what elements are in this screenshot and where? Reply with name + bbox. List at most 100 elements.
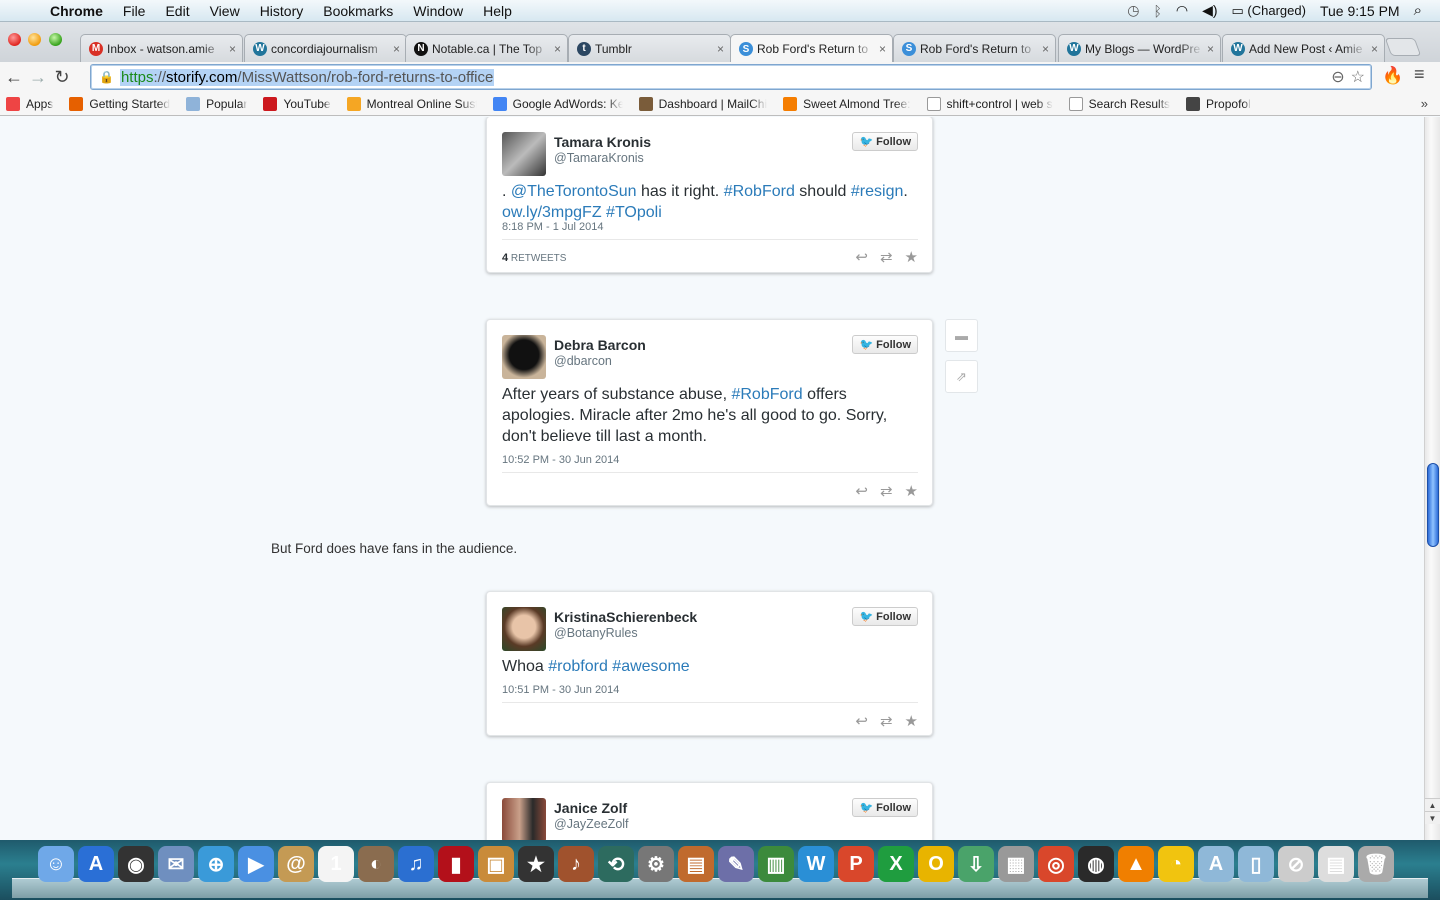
tweet-author-handle[interactable]: @JayZeeZolf bbox=[554, 817, 629, 831]
retweet-icon[interactable]: ⇄ bbox=[880, 482, 893, 500]
bookmark-item[interactable]: Search Results bbox=[1068, 96, 1170, 111]
tweet-author-name[interactable]: Tamara Kronis bbox=[554, 134, 651, 150]
dock-finder-icon[interactable]: ☺ bbox=[38, 846, 74, 882]
dock-trash-icon[interactable]: 🗑 bbox=[1358, 846, 1394, 882]
tweet-link[interactable]: #resign bbox=[851, 183, 903, 200]
tweet-link[interactable]: #RobFord bbox=[724, 183, 795, 200]
follow-button[interactable]: 🐦 Follow bbox=[852, 132, 918, 151]
dock-garageband-icon[interactable]: ♪ bbox=[558, 846, 594, 882]
bookmark-item[interactable]: Sweet Almond Tree: bbox=[783, 96, 911, 111]
time-machine-icon[interactable]: ◷ bbox=[1127, 2, 1139, 19]
bookmark-item[interactable]: Apps bbox=[6, 96, 53, 111]
browser-tab[interactable]: t Tumblr × bbox=[568, 34, 731, 62]
minimize-window-button[interactable] bbox=[28, 33, 41, 46]
dock-app-store-icon[interactable]: A bbox=[78, 846, 114, 882]
browser-tab[interactable]: M Inbox - watson.amie × bbox=[80, 34, 243, 62]
follow-button[interactable]: 🐦 Follow bbox=[852, 335, 918, 354]
avatar[interactable] bbox=[502, 798, 546, 840]
dock-applications-folder-icon[interactable]: A bbox=[1198, 846, 1234, 882]
bookmark-item[interactable]: Montreal Online Sust bbox=[346, 96, 477, 111]
bookmark-item[interactable]: shift+control | web s bbox=[926, 96, 1053, 111]
browser-tab[interactable]: W Add New Post ‹ Amie × bbox=[1222, 34, 1385, 62]
share-button[interactable]: ⇗ bbox=[945, 360, 978, 393]
follow-button[interactable]: 🐦 Follow bbox=[852, 607, 918, 626]
browser-tab[interactable]: Wconcordiajournalism × bbox=[244, 34, 407, 62]
browser-tab[interactable]: N Notable.ca | The Top × bbox=[405, 34, 568, 62]
forward-button[interactable]: → bbox=[26, 67, 50, 88]
dock-excel-icon[interactable]: X bbox=[878, 846, 914, 882]
favorite-star-icon[interactable]: ★ bbox=[905, 712, 918, 730]
close-tab-icon[interactable]: × bbox=[229, 42, 236, 56]
close-tab-icon[interactable]: × bbox=[1207, 42, 1214, 56]
menu-help[interactable]: Help bbox=[473, 3, 522, 19]
retweet-icon[interactable]: ⇄ bbox=[880, 712, 893, 730]
dock-contacts-icon[interactable]: @ bbox=[278, 846, 314, 882]
dock-outlook-icon[interactable]: O bbox=[918, 846, 954, 882]
battery-status[interactable]: ▭ (Charged) bbox=[1232, 3, 1306, 19]
address-bar[interactable]: 🔒 https://storify.com/MissWattson/rob-fo… bbox=[90, 64, 1372, 90]
scrollbar-thumb[interactable] bbox=[1427, 463, 1439, 547]
tweet-link[interactable]: #robford bbox=[548, 658, 608, 675]
bookmark-item[interactable]: Getting Started bbox=[69, 96, 170, 111]
bookmark-star-icon[interactable]: ☆ bbox=[1351, 67, 1365, 87]
tweet-timestamp[interactable]: 8:18 PM - 1 Jul 2014 bbox=[502, 221, 604, 233]
tweet-author-name[interactable]: Debra Barcon bbox=[554, 337, 646, 353]
menu-view[interactable]: View bbox=[200, 3, 250, 19]
volume-icon[interactable]: ◀) bbox=[1202, 2, 1217, 19]
dock-mail-icon[interactable]: ✉ bbox=[158, 846, 194, 882]
tweet-author-name[interactable]: Janice Zolf bbox=[554, 800, 627, 816]
dock-screenshot-stack-icon[interactable]: ▤ bbox=[1318, 846, 1354, 882]
reply-icon[interactable]: ↩ bbox=[855, 248, 868, 266]
spotlight-search-icon[interactable]: ⌕ bbox=[1414, 2, 1422, 19]
close-window-button[interactable] bbox=[8, 33, 21, 46]
bluetooth-icon[interactable]: ᛒ bbox=[1153, 3, 1161, 19]
browser-tab[interactable]: S Rob Ford's Return to × bbox=[893, 34, 1056, 62]
back-button[interactable]: ← bbox=[2, 67, 26, 88]
tweet-link[interactable]: #TOpoli bbox=[606, 204, 662, 221]
favorite-star-icon[interactable]: ★ bbox=[905, 248, 918, 266]
tweet-author-name[interactable]: KristinaSchierenbeck bbox=[554, 609, 697, 625]
bookmark-item[interactable]: Dashboard | MailChi bbox=[638, 96, 767, 111]
retweet-count[interactable]: 4 RETWEETS bbox=[502, 252, 566, 264]
dock-photo-booth-2-icon[interactable]: ▮ bbox=[438, 846, 474, 882]
page-scrollbar[interactable]: ▲ ▼ bbox=[1424, 117, 1440, 840]
dock-calendar-icon[interactable]: 1 bbox=[318, 846, 354, 882]
dock-powerpoint-icon[interactable]: P bbox=[838, 846, 874, 882]
reply-icon[interactable]: ↩ bbox=[855, 712, 868, 730]
reply-icon[interactable]: ↩ bbox=[855, 482, 868, 500]
zoom-icon[interactable]: ⊖ bbox=[1331, 67, 1344, 87]
menu-bookmarks[interactable]: Bookmarks bbox=[313, 3, 403, 19]
tweet-timestamp[interactable]: 10:51 PM - 30 Jun 2014 bbox=[502, 684, 619, 696]
tweet-author-handle[interactable]: @TamaraKronis bbox=[554, 151, 644, 165]
browser-tab[interactable]: W My Blogs — WordPre × bbox=[1058, 34, 1221, 62]
dock-safari-icon[interactable]: ⊕ bbox=[198, 846, 234, 882]
menu-app-chrome[interactable]: Chrome bbox=[40, 3, 113, 19]
bookmark-item[interactable]: Google AdWords: Ke bbox=[492, 96, 623, 111]
dock-dashboard-icon[interactable]: ◉ bbox=[118, 846, 154, 882]
dock-time-machine-icon[interactable]: ⟲ bbox=[598, 846, 634, 882]
scroll-down-arrow[interactable]: ▼ bbox=[1425, 811, 1440, 824]
retweet-icon[interactable]: ⇄ bbox=[880, 248, 893, 266]
tweet-link[interactable]: #awesome bbox=[612, 658, 689, 675]
extension-fire-icon[interactable]: 🔥 bbox=[1382, 66, 1403, 86]
favorite-star-icon[interactable]: ★ bbox=[905, 482, 918, 500]
tweet-link[interactable]: #RobFord bbox=[731, 386, 802, 403]
dock-documents-folder-icon[interactable]: ▯ bbox=[1238, 846, 1274, 882]
dock-imovie-icon[interactable]: ★ bbox=[518, 846, 554, 882]
bookmark-item[interactable]: Propofol bbox=[1186, 96, 1251, 111]
dock-photo-booth-icon[interactable]: ◐ bbox=[358, 846, 394, 882]
close-tab-icon[interactable]: × bbox=[393, 42, 400, 56]
close-tab-icon[interactable]: × bbox=[1371, 42, 1378, 56]
tweet-author-handle[interactable]: @dbarcon bbox=[554, 354, 612, 368]
scroll-up-arrow[interactable]: ▲ bbox=[1425, 798, 1440, 811]
tweet-link[interactable]: @TheTorontoSun bbox=[511, 183, 637, 200]
dock-numbers-icon[interactable]: ▥ bbox=[758, 846, 794, 882]
lock-icon[interactable]: 🔒 bbox=[99, 70, 114, 84]
browser-tab[interactable]: S Rob Ford's Return to × bbox=[730, 34, 893, 63]
avatar[interactable] bbox=[502, 335, 546, 379]
url-text[interactable]: https://storify.com/MissWattson/rob-ford… bbox=[119, 68, 495, 86]
menu-window[interactable]: Window bbox=[403, 3, 473, 19]
close-tab-icon[interactable]: × bbox=[717, 42, 724, 56]
clock[interactable]: Tue 9:15 PM bbox=[1320, 3, 1400, 19]
dock-keynote-icon[interactable]: ▤ bbox=[678, 846, 714, 882]
